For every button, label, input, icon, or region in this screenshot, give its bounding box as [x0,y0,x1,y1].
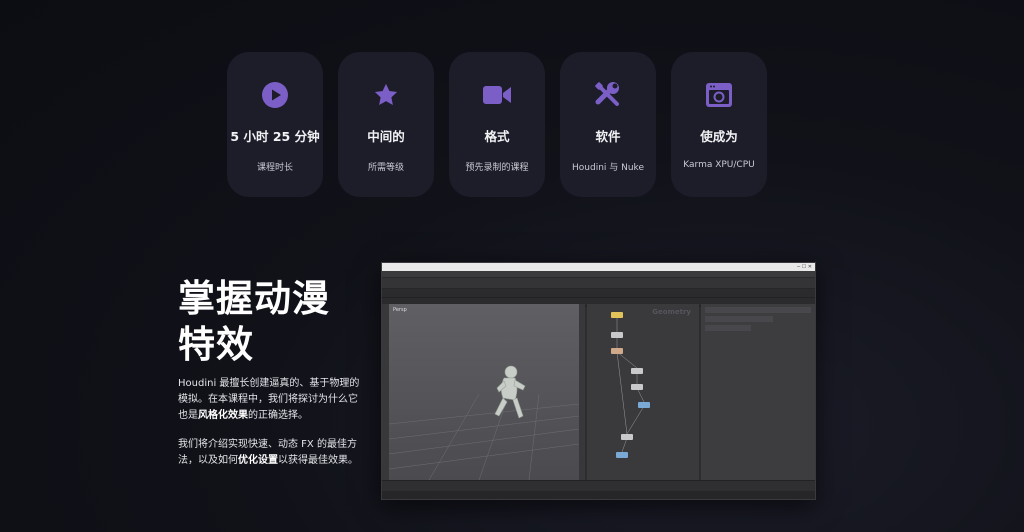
star-icon [371,80,401,110]
card-format: 格式 预先录制的课程 [449,52,545,197]
pane-tabs [382,289,815,298]
emphasis-text: 风格化效果 [198,410,248,421]
viewport-grid [389,393,579,480]
houdini-screenshot: ─ ☐ ✕ Persp Geometry [381,262,816,500]
3d-viewport: Persp [389,304,579,480]
window-titlebar: ─ ☐ ✕ [382,263,815,271]
network-node [616,452,628,458]
network-editor: Geometry [587,304,699,480]
detail-paragraph: 我们将介绍实现快速、动态 FX 的最佳方法，以及如何优化设置以获得最佳效果。 [178,437,360,469]
tools-icon [593,80,623,110]
node-wires [616,316,645,453]
render-window-icon [704,80,734,110]
menu-bar [382,271,815,278]
param-row [705,307,811,313]
course-info-cards: 5 小时 25 分钟 课程时长 中间的 所需等级 格式 预先录制的课程 软件 H… [227,52,767,197]
card-software: 软件 Houdini 与 Nuke [560,52,656,197]
card-level: 中间的 所需等级 [338,52,434,197]
network-node [631,384,643,390]
network-node [611,332,623,338]
card-label: Houdini 与 Nuke [572,163,644,173]
card-value: 格式 [484,129,510,144]
card-label: Karma XPU/CPU [683,160,755,170]
card-label: 所需等级 [367,163,404,173]
hero-title: 掌握动漫 特效 [178,276,330,368]
hero-title-line1: 掌握动漫 [178,277,330,320]
card-value: 使成为 [700,129,738,144]
text: 的正确选择。 [248,410,308,421]
viewport-tools [382,304,389,480]
viewport-display-tools [579,304,585,480]
network-node [631,368,643,374]
card-value: 软件 [595,129,621,144]
shelf-toolbar [382,278,815,289]
video-camera-icon [482,80,512,110]
card-label: 预先录制的课程 [465,163,529,173]
card-label: 课程时长 [256,163,293,173]
param-row [705,316,774,322]
network-node [638,402,650,408]
card-duration: 5 小时 25 分钟 课程时长 [227,52,323,197]
parameter-pane [701,304,815,480]
network-node [611,312,623,318]
emphasis-text: 优化设置 [238,455,278,466]
play-circle-icon [260,80,290,110]
hero-title-line2: 特效 [178,323,254,366]
card-render: 使成为 Karma XPU/CPU [671,52,767,197]
card-value: 中间的 [367,129,405,144]
text: 以获得最佳效果。 [278,455,358,466]
network-node [611,348,623,354]
window-controls: ─ ☐ ✕ [797,264,812,270]
network-node [621,434,633,440]
param-row [705,325,751,331]
card-value: 5 小时 25 分钟 [230,129,320,144]
status-bar [382,491,815,499]
intro-paragraph: Houdini 最擅长创建逼真的、基于物理的模拟。在本课程中，我们将探讨为什么它… [178,376,360,424]
character-mesh [494,365,526,419]
